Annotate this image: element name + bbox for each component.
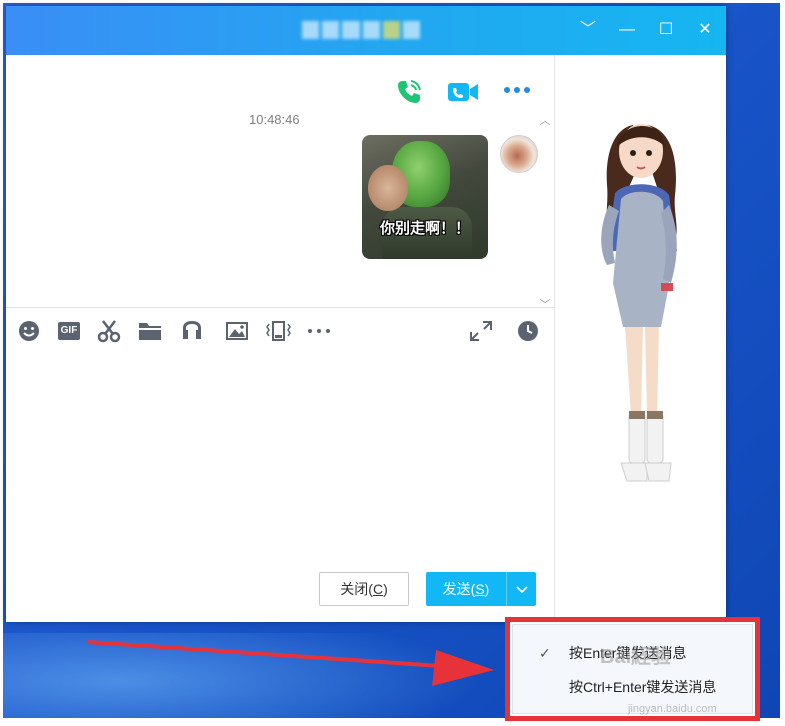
title-bar[interactable]: ﹀ — ☐ ✕	[6, 6, 726, 55]
divider	[6, 307, 554, 308]
video-call-icon[interactable]	[446, 77, 480, 112]
gif-icon[interactable]: GIF	[56, 319, 82, 343]
shake-window-icon[interactable]	[265, 319, 291, 343]
message-input[interactable]	[6, 351, 554, 566]
close-button-label: 关闭(	[340, 581, 373, 597]
avatar[interactable]	[500, 135, 538, 173]
emoji-icon[interactable]	[16, 319, 42, 343]
send-mode-menu: ✓ 按Enter键发送消息 按Ctrl+Enter键发送消息	[512, 624, 753, 714]
music-icon[interactable]	[179, 319, 205, 343]
anime-girl-illustration	[601, 124, 677, 482]
close-button[interactable]: 关闭(C)	[319, 572, 409, 606]
expand-icon[interactable]	[468, 319, 494, 343]
phone-call-icon[interactable]	[394, 77, 424, 112]
minimize-button[interactable]: —	[615, 18, 639, 42]
send-button[interactable]: 发送(S)	[426, 572, 506, 606]
send-button-hotkey: S	[475, 581, 485, 597]
close-button-hotkey: C	[372, 581, 384, 597]
watermark-url: jingyan.baidu.com	[628, 703, 717, 715]
history-clock-icon[interactable]	[515, 319, 541, 343]
chat-window: ﹀ — ☐ ✕ 10:48:46 ︿ 你别走啊！！ ﹀ GIF 关闭(C) 发送…	[6, 6, 726, 622]
blurred-contact-name	[302, 21, 421, 39]
image-icon[interactable]	[224, 319, 250, 343]
character-show-panel	[555, 55, 726, 622]
folder-icon[interactable]	[137, 319, 163, 343]
scroll-down-icon[interactable]: ﹀	[538, 300, 552, 311]
chevron-down-icon	[516, 586, 528, 594]
close-window-button[interactable]: ✕	[693, 18, 717, 42]
baidu-watermark: Bai経验	[600, 646, 672, 668]
menu-item-label: 按Ctrl+Enter键发送消息	[569, 679, 717, 695]
checkmark-icon: ✓	[539, 645, 551, 661]
sticker-hand	[368, 165, 408, 211]
scroll-up-icon[interactable]: ︿	[538, 116, 552, 127]
annotation-arrow	[87, 640, 494, 686]
maximize-button[interactable]: ☐	[654, 18, 678, 42]
scissors-screenshot-icon[interactable]	[96, 319, 122, 343]
send-options-dropdown-button[interactable]	[506, 572, 536, 606]
input-toolbar: GIF	[6, 316, 554, 346]
close-button-suffix: )	[383, 581, 388, 597]
more-options-icon[interactable]	[502, 83, 532, 102]
message-timestamp: 10:48:46	[249, 112, 300, 127]
menu-item-ctrl-enter-send[interactable]: 按Ctrl+Enter键发送消息	[513, 672, 754, 702]
gif-label: GIF	[58, 322, 80, 340]
send-button-suffix: )	[484, 581, 490, 597]
window-dropdown-button[interactable]: ﹀	[576, 18, 600, 42]
more-tools-icon[interactable]	[306, 319, 332, 343]
sticker-caption: 你别走啊！！	[379, 219, 470, 237]
sticker-message[interactable]: 你别走啊！！	[362, 135, 488, 259]
send-button-label: 发送(	[442, 581, 476, 597]
message-history[interactable]: 10:48:46 ︿ 你别走啊！！ ﹀	[6, 55, 554, 311]
